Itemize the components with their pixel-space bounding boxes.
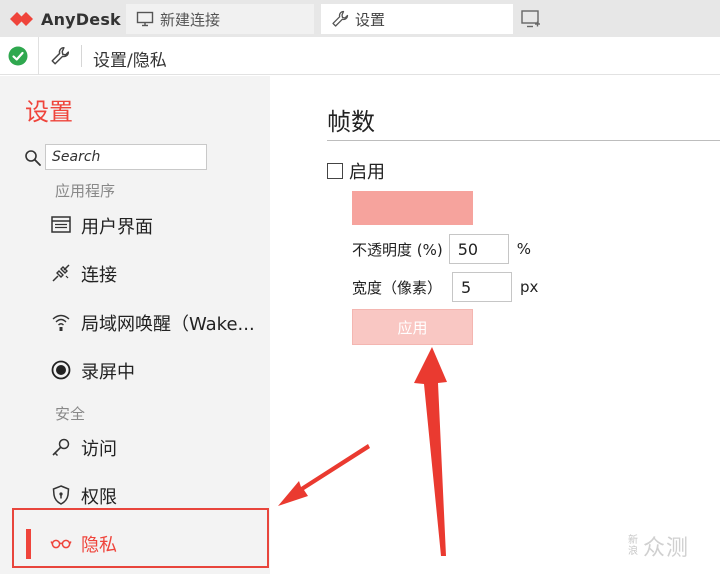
wake-on-lan-icon — [52, 314, 70, 331]
width-label: 宽度（像素） — [352, 278, 443, 297]
apply-button[interactable]: 应用 — [352, 309, 473, 345]
watermark-char: 新 — [628, 535, 638, 546]
title-bar: AnyDesk 新建连接 设置 — [0, 0, 720, 37]
section-title: 帧数 — [327, 108, 375, 136]
address-path[interactable]: 设置/隐私 — [93, 46, 167, 71]
sidebar-item-connection[interactable]: 连接 — [12, 251, 268, 295]
sidebar-item-label: 录屏中 — [81, 362, 135, 383]
watermark: 新 浪 众测 — [628, 530, 689, 562]
watermark-main: 众测 — [643, 536, 690, 561]
opacity-input[interactable] — [448, 234, 509, 264]
app-brand: AnyDesk — [8, 5, 121, 33]
connected-check-icon — [8, 46, 28, 66]
wrench-icon — [332, 10, 349, 27]
new-window-icon[interactable] — [520, 8, 542, 30]
address-divider — [38, 37, 39, 75]
width-row: 宽度（像素） px — [352, 272, 538, 302]
search-icon — [25, 150, 41, 166]
enable-checkbox[interactable] — [327, 163, 343, 179]
tab-new-connection-label: 新建连接 — [160, 10, 221, 29]
settings-wrench-icon — [51, 46, 70, 65]
settings-sidebar: 设置 应用程序 用户界面 连接 — [0, 76, 270, 574]
search-input[interactable] — [45, 144, 207, 170]
privacy-settings-panel: 帧数 启用 不透明度 (%) % 宽度（像素） px 应用 — [270, 76, 720, 574]
opacity-unit: % — [516, 240, 531, 258]
sidebar-item-label: 权限 — [81, 487, 117, 508]
sidebar-item-label: 访问 — [81, 439, 117, 460]
address-bar: 设置/隐私 — [0, 37, 720, 75]
sidebar-item-label: 局域网唤醒（Wake... — [81, 314, 255, 335]
connection-plug-icon — [52, 264, 70, 282]
section-label-security: 安全 — [55, 405, 86, 423]
sidebar-item-access[interactable]: 访问 — [12, 425, 268, 469]
width-unit: px — [520, 278, 539, 296]
key-icon — [52, 438, 70, 456]
tab-new-connection[interactable]: 新建连接 — [126, 4, 314, 34]
tab-settings[interactable]: 设置 — [321, 4, 513, 34]
enable-checkbox-row[interactable]: 启用 — [327, 158, 385, 184]
sidebar-item-recording[interactable]: 录屏中 — [12, 348, 268, 392]
watermark-small: 新 浪 — [628, 535, 638, 557]
enable-label: 启用 — [349, 162, 385, 183]
record-icon — [51, 360, 71, 380]
monitor-icon — [136, 11, 154, 27]
sidebar-item-wake-on-lan[interactable]: 局域网唤醒（Wake... — [12, 300, 268, 344]
anydesk-logo-icon — [10, 12, 33, 26]
opacity-row: 不透明度 (%) % — [352, 234, 531, 264]
sidebar-item-label: 用户界面 — [81, 217, 153, 238]
anydesk-window: AnyDesk 新建连接 设置 设置/隐私 设置 Search 应用程序 用户界… — [0, 0, 720, 574]
sidebar-item-user-interface[interactable]: 用户界面 — [12, 203, 268, 247]
shield-icon — [52, 485, 70, 505]
opacity-label: 不透明度 (%) — [352, 240, 443, 259]
tab-settings-label: 设置 — [355, 10, 386, 29]
highlight-frame — [12, 508, 269, 568]
watermark-char: 浪 — [628, 546, 638, 557]
sidebar-item-label: 连接 — [81, 265, 117, 286]
section-label-application: 应用程序 — [55, 182, 116, 200]
app-name: AnyDesk — [41, 9, 121, 29]
sidebar-title: 设置 — [25, 98, 73, 126]
address-divider — [81, 45, 82, 67]
frame-color-swatch[interactable] — [352, 191, 473, 225]
user-interface-icon — [51, 216, 71, 233]
width-input[interactable] — [452, 272, 513, 302]
title-divider — [327, 140, 720, 141]
